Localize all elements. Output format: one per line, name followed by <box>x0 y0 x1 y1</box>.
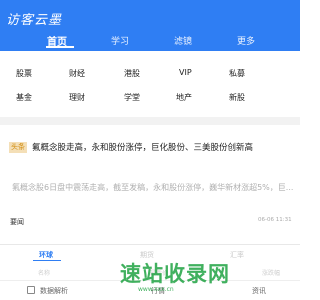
data-analysis-link[interactable]: 数据解析 <box>40 286 68 296</box>
news-title[interactable]: 氟概念股走高，永和股份涨停，巨化股份、三美股份创新高 <box>32 141 253 153</box>
watermark-url: www.xxx.cn <box>138 286 174 293</box>
active-tab-indicator <box>46 46 74 48</box>
tab-filter[interactable]: 滤镜 <box>174 34 192 47</box>
news-summary: 氟概念股6日盘中震荡走高，截至发稿，永和股份涨停，巍华新材涨超5%，巨... <box>12 183 294 192</box>
tab-exchange-rate[interactable]: 汇率 <box>230 250 244 260</box>
tab-study[interactable]: 学习 <box>111 34 129 47</box>
menu-item-finance[interactable]: 财经 <box>69 68 85 79</box>
menu-item-private-fund[interactable]: 私募 <box>229 68 245 79</box>
data-analysis-icon <box>27 286 35 294</box>
menu-item-school[interactable]: 学堂 <box>124 92 140 103</box>
main-nav: 首页 学习 滤镜 更多 <box>0 30 300 51</box>
site-logo[interactable]: 访客云墨 <box>6 9 62 28</box>
market-tab-indicator <box>33 260 61 261</box>
column-name: 名称 <box>38 270 51 277</box>
menu-item-wealth[interactable]: 理财 <box>69 92 85 103</box>
info-link[interactable]: 资讯 <box>252 286 266 296</box>
news-timestamp: 06-06 11:31 <box>258 217 292 223</box>
market-divider <box>0 244 300 245</box>
column-change-pct: 涨跌幅 <box>262 270 281 277</box>
news-card[interactable]: 头条 氟概念股走高，永和股份涨停，巨化股份、三美股份创新高 氟概念股6日盘中震荡… <box>0 125 300 233</box>
section-divider <box>0 117 300 125</box>
watermark-text: 速站收录网 <box>120 262 230 286</box>
top-header: 访客云墨 首页 学习 滤镜 更多 <box>0 0 300 51</box>
headline-badge: 头条 <box>9 142 27 153</box>
menu-item-stocks[interactable]: 股票 <box>16 68 32 79</box>
menu-item-new-stocks[interactable]: 新股 <box>229 92 245 103</box>
news-source: 要闻 <box>10 218 24 226</box>
category-menu: 股票 财经 港股 VIP 私募 基金 理财 学堂 地产 新股 <box>0 51 300 115</box>
menu-item-real-estate[interactable]: 地产 <box>176 92 192 103</box>
menu-item-vip[interactable]: VIP <box>179 68 192 77</box>
tab-more[interactable]: 更多 <box>237 34 255 47</box>
menu-item-fund[interactable]: 基金 <box>16 92 32 103</box>
tab-global[interactable]: 环球 <box>39 250 53 260</box>
menu-item-hk-stocks[interactable]: 港股 <box>124 68 140 79</box>
